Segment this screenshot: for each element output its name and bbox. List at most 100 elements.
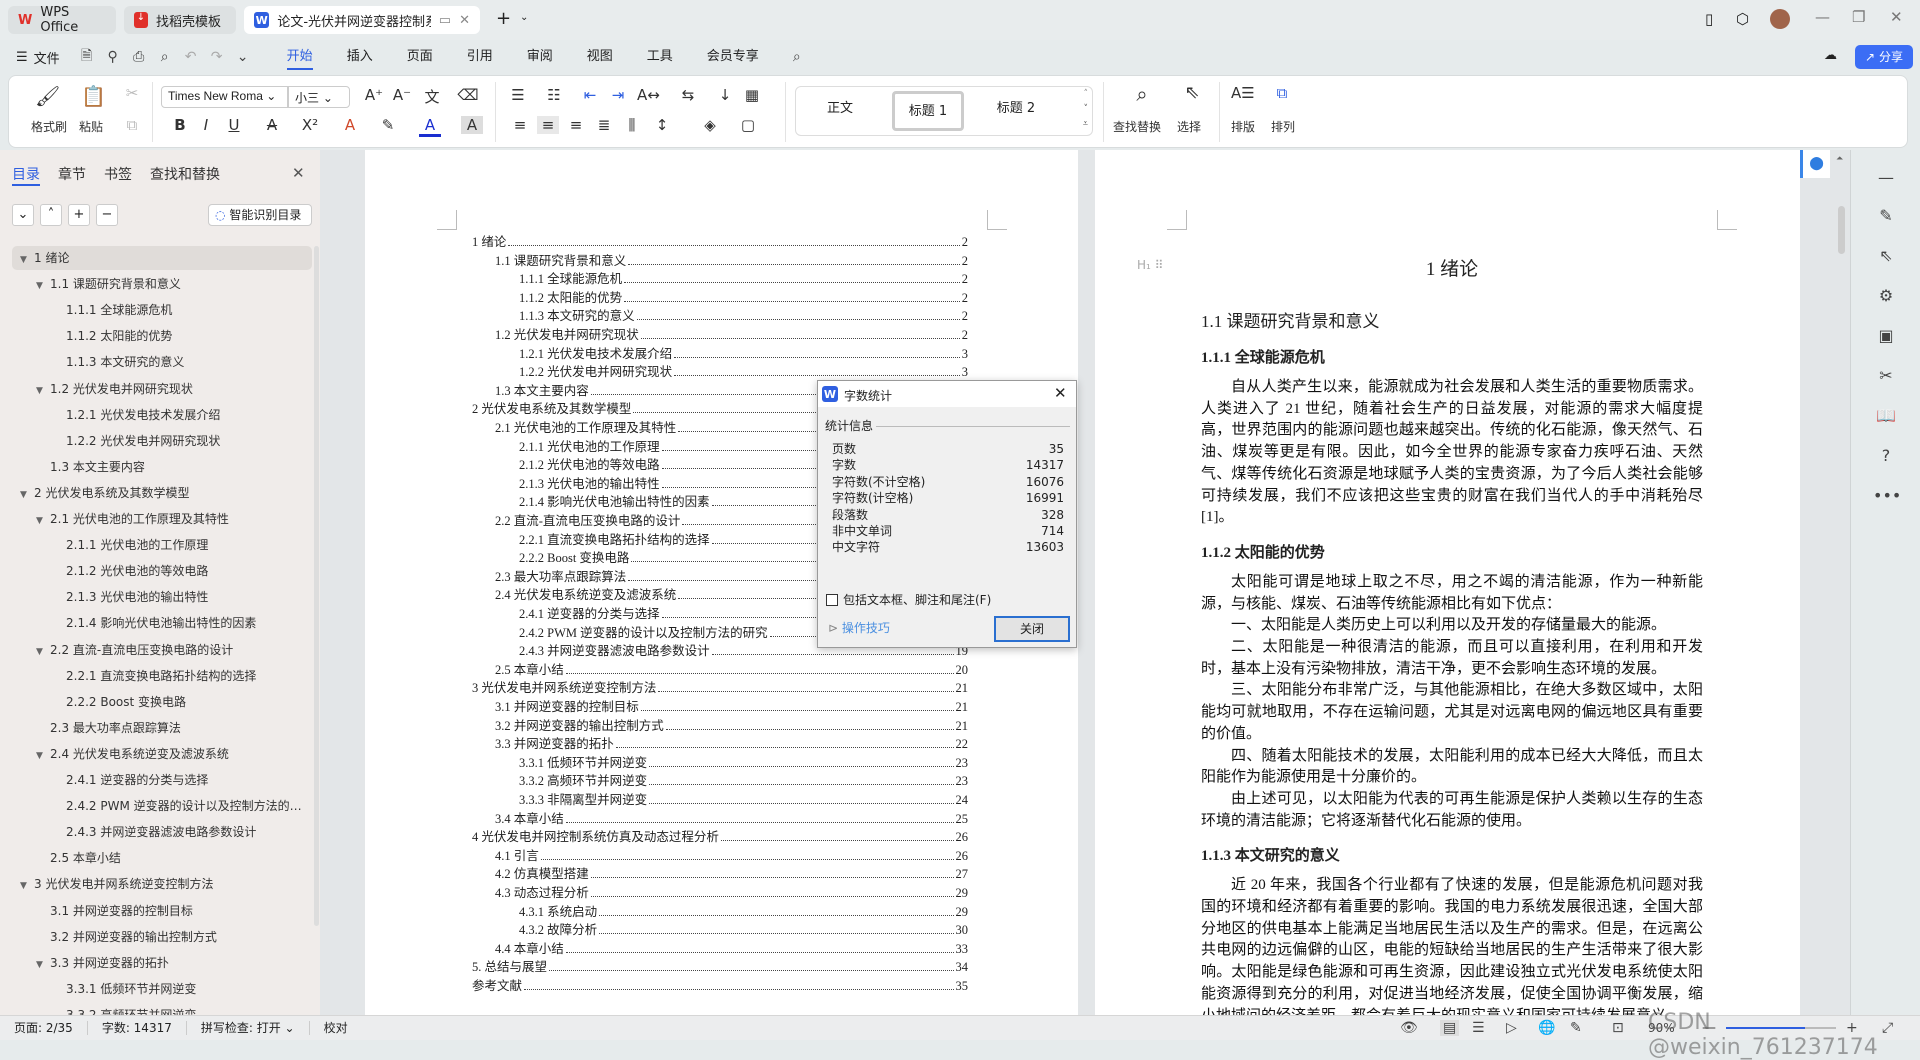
pen-icon[interactable]: ✎ [1873, 206, 1899, 225]
doc-scrollbar[interactable] [1838, 206, 1845, 254]
toc-entry[interactable]: 3.3.1 低频环节并网逆变 23 [519, 753, 968, 771]
toc-entry[interactable]: 4.3.2 故障分析 30 [519, 920, 968, 938]
window-icon[interactable]: ▭ [439, 13, 451, 28]
toc-entry[interactable]: 1.1 课题研究背景和意义 2 [495, 251, 968, 269]
nav-item[interactable]: ▼ 1.2 光伏发电并网研究现状 [12, 377, 312, 401]
arrange-button[interactable]: 排列 [1271, 118, 1295, 135]
pen-icon[interactable]: ✎ [1570, 1020, 1582, 1036]
layout-icon[interactable]: A☰ [1231, 84, 1255, 102]
nav-item[interactable]: ▼ 3 光伏发电并网系统逆变控制方法 [12, 872, 312, 896]
eye-icon[interactable]: 👁 [1400, 1020, 1418, 1036]
style-option[interactable]: 标题 1 [892, 91, 964, 131]
close-icon[interactable]: ✕ [1054, 384, 1067, 402]
paste-icon[interactable]: 📋 [81, 84, 106, 108]
zoom-slider[interactable] [1726, 1027, 1836, 1029]
strikethrough-icon[interactable]: A [261, 116, 283, 134]
format-painter-icon[interactable]: 🖌 [35, 84, 60, 108]
toc-entry[interactable]: 3 光伏发电并网系统逆变控制方法 21 [472, 678, 968, 696]
shrink-font-icon[interactable]: A⁻ [391, 86, 413, 104]
toc-entry[interactable]: 1.1.1 全球能源危机 2 [519, 269, 968, 287]
print-preview-icon[interactable]: ⌕ [152, 49, 178, 65]
toc-entry[interactable]: 1.1.2 太阳能的优势 2 [519, 288, 968, 306]
smart-toc-button[interactable]: ◌ 智能识别目录 [208, 204, 312, 226]
more-icon[interactable]: ••• [1873, 486, 1901, 505]
nav-item[interactable]: 1.2.2 光伏发电并网研究现状 [12, 429, 312, 453]
toc-entry[interactable]: 4 光伏发电并网控制系统仿真及动态过程分析 26 [472, 827, 968, 845]
expand-up-button[interactable]: ˄ [40, 204, 62, 226]
include-textbox-checkbox[interactable]: 包括文本框、脚注和尾注(F) [826, 591, 991, 608]
toc-entry[interactable]: 2.5 本章小结 20 [495, 660, 968, 678]
select-cursor-icon[interactable]: ⇖ [1181, 82, 1203, 103]
tab-docer[interactable]: ↓ 找稻壳模板 [124, 6, 236, 34]
nav-item[interactable]: 2.1.3 光伏电池的输出特性 [12, 585, 312, 609]
justify-icon[interactable]: ≣ [593, 116, 615, 134]
expand-triangle-icon[interactable]: ▼ [20, 248, 34, 270]
arrange-icon[interactable]: ⧉ [1271, 84, 1293, 102]
expand-triangle-icon[interactable]: ▼ [36, 953, 50, 975]
book-search-icon[interactable]: 📖 [1873, 406, 1899, 425]
nav-item[interactable]: ▼ 3.3 并网逆变器的拓扑 [12, 951, 312, 975]
play-icon[interactable]: ▷ [1506, 1020, 1517, 1036]
redo-icon[interactable]: ↷ [204, 49, 230, 65]
bold-icon[interactable]: B [169, 116, 191, 134]
nav-scrollbar[interactable] [314, 246, 319, 926]
toc-entry[interactable]: 3.2 并网逆变器的输出控制方式 21 [495, 716, 968, 734]
word-count[interactable]: 字数: 14317 [88, 1021, 187, 1035]
expand-triangle-icon[interactable]: ▼ [20, 874, 34, 896]
tab-document[interactable]: W 论文-光伏并网逆变器控制系统 ▭ ✕ [244, 6, 480, 34]
toc-entry[interactable]: 1.2.1 光伏发电技术发展介绍 3 [519, 344, 968, 362]
cloud-icon[interactable]: ☁ [1824, 48, 1837, 63]
toc-entry[interactable]: 4.2 仿真模型搭建 27 [495, 864, 968, 882]
nav-item[interactable]: ▼ 2 光伏发电系统及其数学模型 [12, 481, 312, 505]
nav-item[interactable]: 2.4.2 PWM 逆变器的设计以及控制方法的研究 [12, 794, 312, 818]
toc-entry[interactable]: 3.3.2 高频环节并网逆变 23 [519, 771, 968, 789]
cube-icon[interactable]: ⬡ [1736, 10, 1749, 28]
ribbon-tab[interactable]: 审阅 [510, 40, 570, 74]
nav-item[interactable]: 2.5 本章小结 [12, 846, 312, 870]
nav-tab[interactable]: 章节 [58, 164, 86, 184]
decrease-indent-icon[interactable]: ⇤ [579, 86, 601, 104]
bullet-list-icon[interactable]: ☰ [507, 86, 529, 104]
expand-triangle-icon[interactable]: ▼ [36, 509, 50, 531]
nav-item[interactable]: 2.1.4 影响光伏电池输出特性的因素 [12, 611, 312, 635]
nav-item[interactable]: 2.1.2 光伏电池的等效电路 [12, 559, 312, 583]
prev-page-icon[interactable]: ⏶ [1836, 154, 1843, 164]
find-replace-button[interactable]: 查找替换 [1113, 118, 1161, 135]
nav-tab[interactable]: 目录 [12, 164, 40, 186]
line-spacing-icon[interactable]: ↕ [651, 116, 673, 134]
nav-item[interactable]: 2.4.1 逆变器的分类与选择 [12, 768, 312, 792]
grow-font-icon[interactable]: A⁺ [363, 86, 385, 104]
cursor-icon[interactable]: ⇖ [1873, 246, 1899, 265]
collapse-button[interactable]: ⌄ [12, 204, 34, 226]
help-icon[interactable]: ? [1873, 446, 1899, 465]
align-right-icon[interactable]: ≡ [565, 116, 587, 134]
expand-triangle-icon[interactable]: ▼ [20, 483, 34, 505]
toc-entry[interactable]: 3.1 并网逆变器的控制目标 21 [495, 697, 968, 715]
expand-styles-icon[interactable]: ⩡ [1083, 119, 1088, 129]
expand-triangle-icon[interactable]: ▼ [36, 744, 50, 766]
find-icon[interactable]: ⌕ [1131, 82, 1153, 106]
nav-item[interactable]: 3.1 并网逆变器的控制目标 [12, 899, 312, 923]
restore-icon[interactable]: ❐ [1852, 8, 1865, 26]
tablet-icon[interactable]: ▯ [1705, 10, 1713, 28]
numbered-list-icon[interactable]: ☷ [543, 86, 565, 104]
nav-item[interactable]: 2.4.3 并网逆变器滤波电路参数设计 [12, 820, 312, 844]
web-view-icon[interactable]: 🌐 [1538, 1020, 1555, 1036]
clear-format-icon[interactable]: ⌫ [457, 86, 479, 104]
close-button[interactable]: 关闭 [994, 616, 1070, 642]
expand-triangle-icon[interactable]: ▼ [36, 274, 50, 296]
tips-link[interactable]: ⊳ 操作技巧 [828, 619, 890, 636]
ribbon-tab[interactable]: 工具 [630, 40, 690, 74]
font-name-select[interactable]: Times New Roma ⌄ [161, 86, 288, 108]
toc-entry[interactable]: 参考文献 35 [472, 976, 968, 994]
proofread-button[interactable]: 校对 [310, 1021, 362, 1035]
nav-tab[interactable]: 查找和替换 [150, 164, 220, 184]
select-button[interactable]: 选择 [1177, 118, 1201, 135]
chevron-down-icon[interactable]: ⌄ [230, 49, 256, 65]
underline-icon[interactable]: U [223, 116, 245, 134]
ribbon-tab[interactable]: 页面 [390, 40, 450, 74]
toc-entry[interactable]: 4.1 引言 26 [495, 846, 968, 864]
style-option[interactable]: 正文 [804, 91, 876, 131]
collapse-icon[interactable]: — [1873, 168, 1899, 187]
file-menu[interactable]: 文件 [34, 48, 60, 67]
